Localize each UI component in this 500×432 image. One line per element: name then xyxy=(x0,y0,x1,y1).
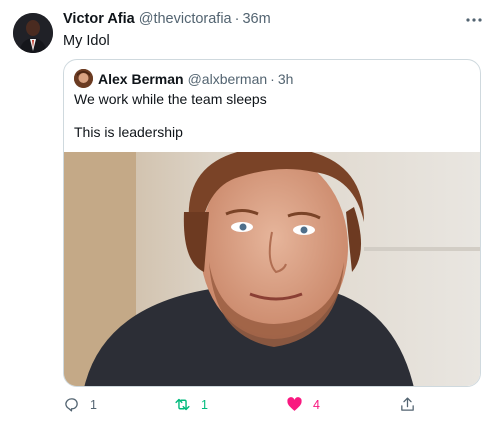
retweet-button[interactable]: 1 xyxy=(174,396,208,413)
reply-count: 1 xyxy=(90,397,97,412)
share-button[interactable] xyxy=(399,396,416,413)
author-avatar[interactable] xyxy=(13,13,53,53)
reply-button[interactable]: 1 xyxy=(63,396,97,413)
quoted-tweet-timestamp: 3h xyxy=(277,70,294,87)
like-button[interactable]: 4 xyxy=(286,396,320,413)
like-count: 4 xyxy=(313,397,320,412)
more-icon[interactable] xyxy=(464,10,484,30)
retweet-count: 1 xyxy=(201,397,208,412)
quoted-tweet-header: Alex Berman @alxberman · 3h xyxy=(74,69,293,88)
retweet-icon xyxy=(175,398,190,411)
author-name[interactable]: Victor Afia xyxy=(63,11,135,27)
quoted-tweet-photo[interactable] xyxy=(64,147,480,386)
quoted-tweet-text-line-2: This is leadership xyxy=(74,124,183,140)
author-handle[interactable]: @thevictorafia xyxy=(139,11,232,27)
quoted-tweet-text-line-1: We work while the team sleeps xyxy=(74,91,267,107)
like-icon xyxy=(287,397,302,411)
tweet-text: My Idol xyxy=(63,33,110,49)
quoted-separator-dot: · xyxy=(270,70,275,87)
tweet-header: Victor Afia @thevictorafia · 36m xyxy=(63,11,271,27)
share-icon xyxy=(401,397,414,411)
tweet-timestamp[interactable]: 36m xyxy=(242,11,270,27)
tweet-actions: 1 1 4 xyxy=(63,396,483,416)
quoted-tweet[interactable]: Alex Berman @alxberman · 3h We work whil… xyxy=(63,59,481,387)
tweet-card[interactable]: Victor Afia @thevictorafia · 36m My Idol… xyxy=(0,0,500,432)
reply-icon xyxy=(65,398,78,412)
quoted-author-avatar xyxy=(74,69,93,88)
separator-dot: · xyxy=(234,11,240,27)
quoted-author-handle: @alxberman xyxy=(187,70,268,87)
quoted-author-name: Alex Berman xyxy=(98,70,184,87)
